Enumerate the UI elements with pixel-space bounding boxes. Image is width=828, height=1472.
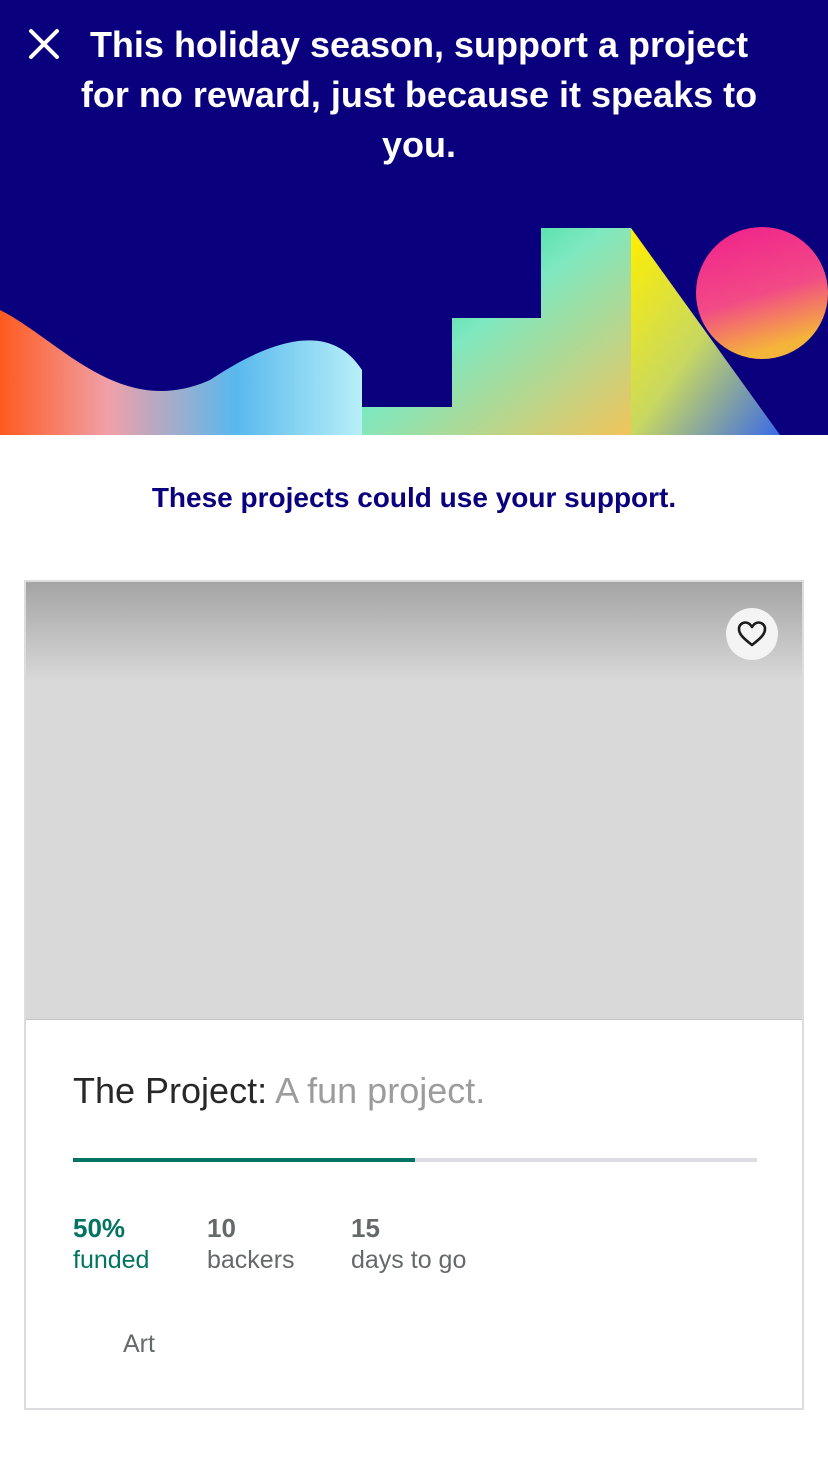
heart-icon xyxy=(737,621,767,647)
section-heading: These projects could use your support. xyxy=(151,482,677,513)
close-icon xyxy=(29,29,59,59)
close-button[interactable] xyxy=(24,24,64,64)
header-title: This holiday season, support a project f… xyxy=(80,24,758,165)
save-project-button[interactable] xyxy=(726,608,778,660)
days-label: days to go xyxy=(351,1246,467,1274)
backers-label: backers xyxy=(207,1246,295,1274)
backers-stat: 10 backers xyxy=(207,1212,295,1276)
funded-stat: 50% funded xyxy=(73,1212,149,1276)
project-card[interactable]: The Project: A fun project. 50% funded 1… xyxy=(24,580,804,1410)
project-name: The Project: xyxy=(73,1070,268,1111)
promo-header: This holiday season, support a project f… xyxy=(0,0,828,435)
funding-progress-fill xyxy=(73,1158,415,1162)
backers-value: 10 xyxy=(207,1213,236,1243)
project-image xyxy=(26,582,802,1020)
days-stat: 15 days to go xyxy=(351,1212,466,1276)
project-title: The Project: A fun project. xyxy=(73,1070,485,1112)
funded-label: funded xyxy=(73,1246,150,1274)
category-tag[interactable]: Art xyxy=(123,1330,155,1359)
days-value: 15 xyxy=(351,1213,380,1243)
project-blurb: A fun project. xyxy=(275,1070,486,1111)
funding-progress-bar xyxy=(73,1158,757,1162)
funded-value: 50% xyxy=(73,1213,126,1243)
